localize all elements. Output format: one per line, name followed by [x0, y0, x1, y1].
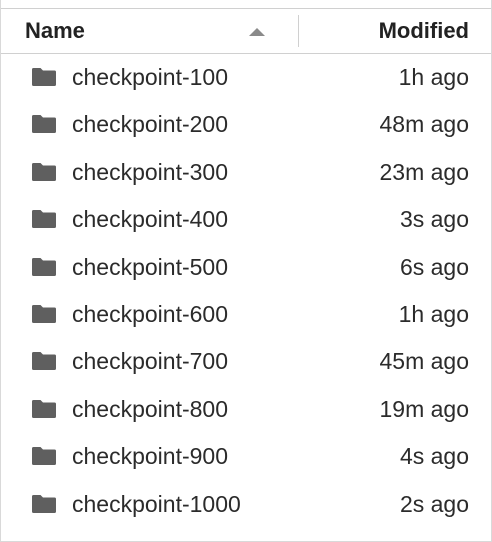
folder-icon: [31, 399, 57, 419]
file-modified: 6s ago: [399, 253, 469, 280]
folder-icon: [31, 351, 57, 371]
list-item[interactable]: checkpoint-1000 2s ago: [1, 481, 491, 528]
name-column-header[interactable]: Name: [25, 9, 85, 53]
file-modified: 4s ago: [399, 443, 469, 470]
file-name: checkpoint-400: [72, 206, 228, 233]
list-item[interactable]: checkpoint-400 3s ago: [1, 196, 491, 243]
folder-icon: [31, 162, 57, 182]
folder-icon: [31, 67, 57, 87]
file-modified: 1h ago: [398, 300, 469, 327]
file-modified: 45m ago: [379, 348, 469, 375]
list-item[interactable]: checkpoint-900 4s ago: [1, 433, 491, 480]
list-item[interactable]: checkpoint-300 23m ago: [1, 149, 491, 196]
column-divider[interactable]: [298, 15, 299, 47]
folder-icon: [31, 304, 57, 324]
file-browser-panel: Name Modified checkpoint-100 1h ago chec…: [0, 0, 492, 542]
file-list: checkpoint-100 1h ago checkpoint-200 48m…: [1, 54, 491, 528]
file-name: checkpoint-700: [72, 348, 228, 375]
folder-icon: [31, 209, 57, 229]
file-name: checkpoint-1000: [72, 490, 241, 517]
file-modified: 19m ago: [379, 395, 469, 422]
folder-icon: [31, 494, 57, 514]
list-item[interactable]: checkpoint-200 48m ago: [1, 101, 491, 148]
file-modified: 48m ago: [379, 111, 469, 138]
file-name: checkpoint-600: [72, 300, 228, 327]
column-header: Name Modified: [1, 8, 491, 54]
file-modified: 1h ago: [398, 64, 469, 90]
modified-column-header[interactable]: Modified: [379, 9, 469, 53]
file-name: checkpoint-200: [72, 111, 228, 138]
list-item[interactable]: checkpoint-100 1h ago: [1, 54, 491, 101]
file-name: checkpoint-900: [72, 443, 228, 470]
list-item[interactable]: checkpoint-700 45m ago: [1, 338, 491, 385]
list-item[interactable]: checkpoint-800 19m ago: [1, 386, 491, 433]
file-modified: 3s ago: [399, 206, 469, 233]
folder-icon: [31, 446, 57, 466]
file-name: checkpoint-100: [72, 64, 228, 90]
file-modified: 23m ago: [379, 158, 469, 185]
folder-icon: [31, 114, 57, 134]
sort-ascending-icon[interactable]: [249, 28, 265, 36]
file-name: checkpoint-300: [72, 158, 228, 185]
file-name: checkpoint-500: [72, 253, 228, 280]
file-modified: 2s ago: [399, 490, 469, 517]
file-name: checkpoint-800: [72, 395, 228, 422]
folder-icon: [31, 257, 57, 277]
list-item[interactable]: checkpoint-500 6s ago: [1, 244, 491, 291]
list-item[interactable]: checkpoint-600 1h ago: [1, 291, 491, 338]
